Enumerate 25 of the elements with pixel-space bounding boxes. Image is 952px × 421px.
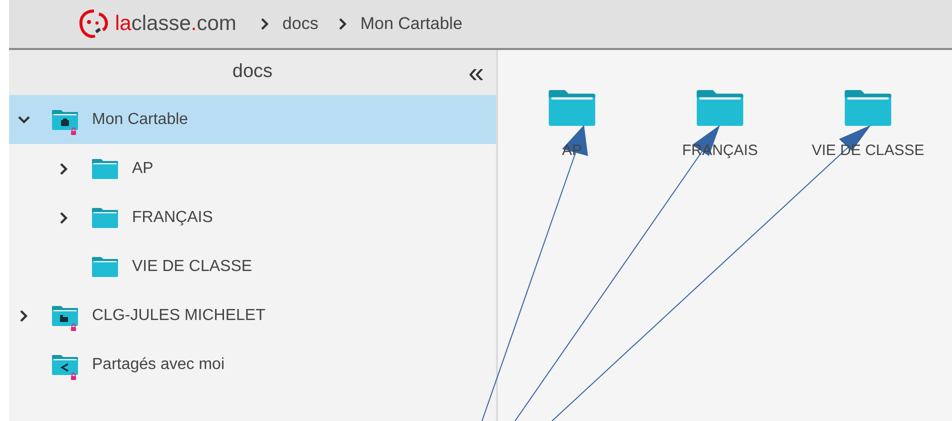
chevron-right-icon — [260, 17, 270, 31]
breadcrumb-link[interactable]: docs — [282, 11, 318, 37]
tree-item-label: Mon Cartable — [92, 110, 188, 130]
folder-icon — [91, 158, 119, 180]
chevron-right-icon[interactable] — [19, 308, 29, 322]
chevron-right-icon[interactable] — [59, 210, 69, 224]
logo-icon — [77, 8, 111, 40]
folder-icon — [51, 354, 79, 381]
folder-icon — [91, 206, 119, 228]
folder-icon — [51, 109, 79, 136]
tree-item-label: FRANÇAIS — [132, 208, 213, 228]
folder-icon — [51, 305, 79, 332]
chevron-right-icon[interactable] — [59, 162, 69, 176]
tree-item-label: Partagés avec moi — [92, 354, 225, 374]
breadcrumb-link[interactable]: Mon Cartable — [360, 11, 462, 37]
logo-link[interactable]: laclasse.com — [115, 8, 236, 40]
tree-item-label: VIE DE CLASSE — [132, 256, 252, 276]
tree-item[interactable]: Mon Cartable — [9, 95, 496, 144]
chevron-down-icon[interactable] — [17, 114, 31, 124]
collapse-button[interactable]: « — [468, 58, 484, 86]
folder-icon — [91, 256, 119, 278]
tree-item-label: AP — [132, 158, 154, 178]
tree-item-label: CLG-JULES MICHELET — [92, 306, 266, 326]
chevron-right-icon — [338, 17, 348, 31]
sidebar-title: docs — [232, 60, 273, 84]
